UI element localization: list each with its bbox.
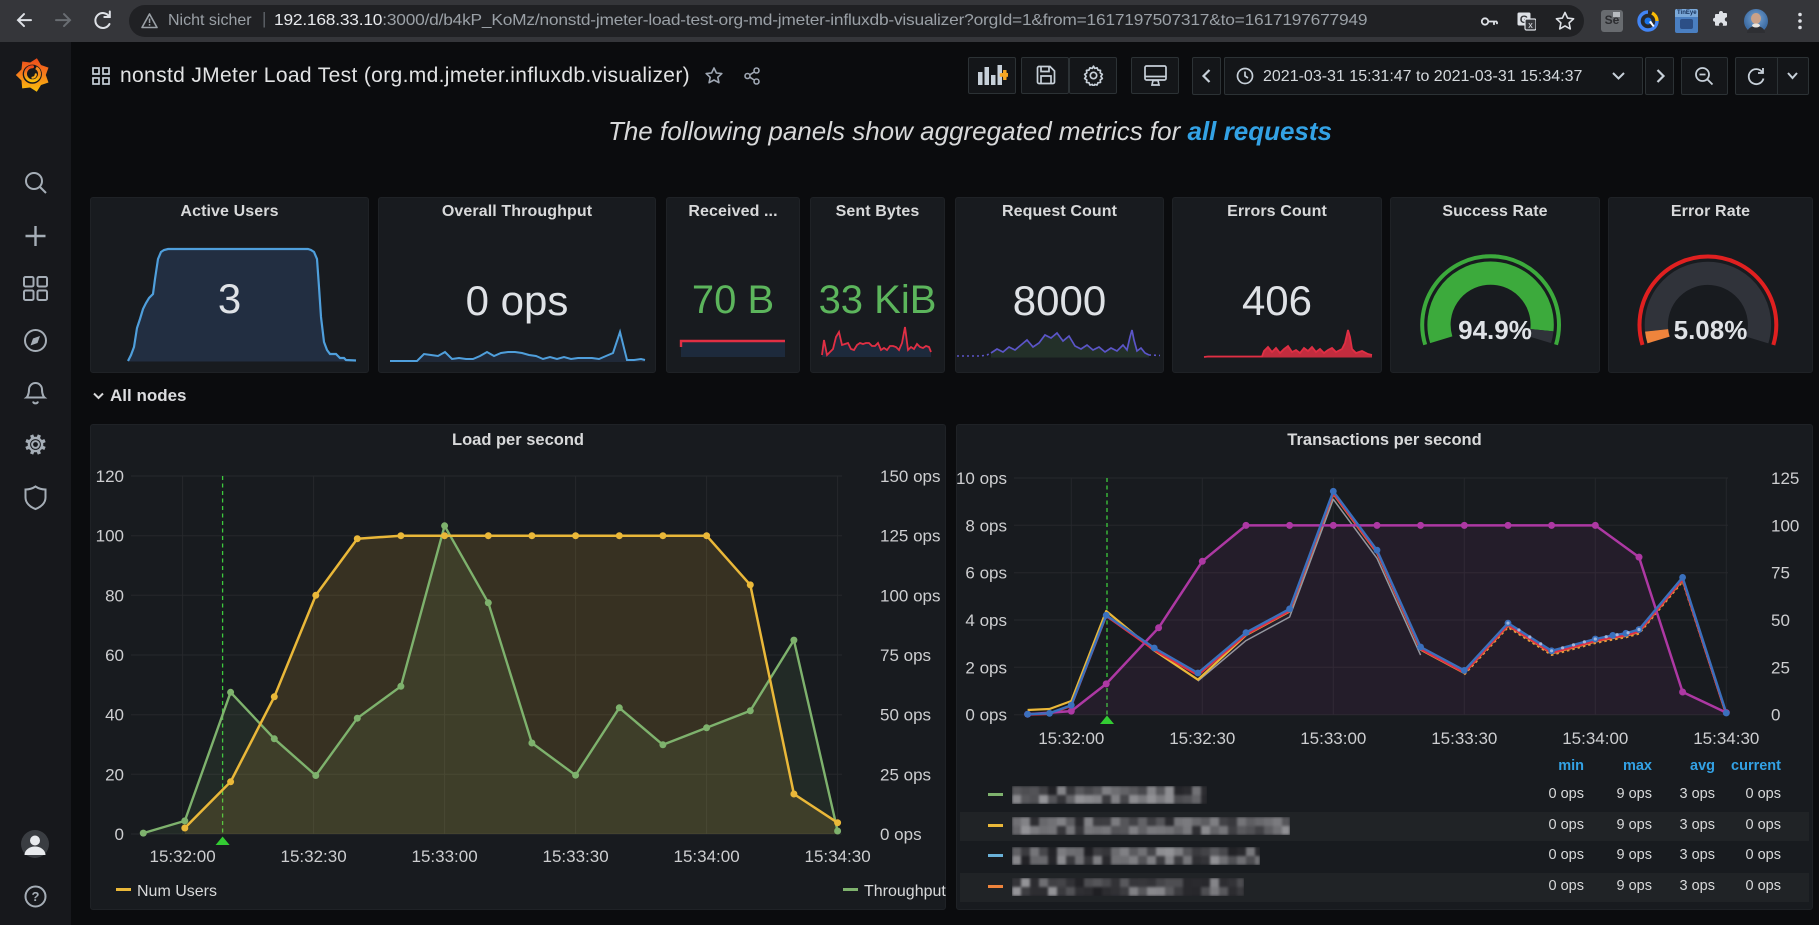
svg-text:15:33:30: 15:33:30: [543, 847, 609, 866]
svg-text:75: 75: [1771, 564, 1790, 583]
svg-text:0 ops: 0 ops: [965, 706, 1007, 725]
svg-text:2 ops: 2 ops: [965, 658, 1007, 677]
svg-text:8 ops: 8 ops: [965, 516, 1007, 535]
svg-text:?: ?: [32, 889, 40, 904]
svg-text:15:32:00: 15:32:00: [1038, 729, 1104, 748]
svg-text:75 ops: 75 ops: [880, 646, 931, 665]
svg-text:4 ops: 4 ops: [965, 611, 1007, 630]
svg-text:100: 100: [1771, 516, 1799, 535]
svg-text:6 ops: 6 ops: [965, 564, 1007, 583]
svg-text:50 ops: 50 ops: [880, 706, 931, 725]
svg-text:25 ops: 25 ops: [880, 765, 931, 784]
svg-text:15:33:30: 15:33:30: [1431, 729, 1497, 748]
svg-text:60: 60: [105, 646, 124, 665]
svg-text:15:33:00: 15:33:00: [1300, 729, 1366, 748]
svg-text:100 ops: 100 ops: [880, 586, 941, 605]
svg-text:125: 125: [1771, 469, 1799, 488]
svg-text:15:34:00: 15:34:00: [674, 847, 740, 866]
svg-text:120: 120: [96, 467, 124, 486]
svg-text:Num Users: Num Users: [137, 883, 217, 900]
svg-text:150 ops: 150 ops: [880, 467, 941, 486]
svg-text:80: 80: [105, 586, 124, 605]
svg-text:15:34:30: 15:34:30: [1693, 729, 1759, 748]
svg-text:15:34:00: 15:34:00: [1562, 729, 1628, 748]
svg-text:25: 25: [1771, 658, 1790, 677]
svg-text:100: 100: [96, 527, 124, 546]
svg-text:Throughput: Throughput: [864, 883, 946, 900]
svg-text:0: 0: [1771, 706, 1780, 725]
svg-text:0 ops: 0 ops: [880, 825, 922, 844]
svg-text:15:32:30: 15:32:30: [1169, 729, 1235, 748]
svg-text:15:33:00: 15:33:00: [412, 847, 478, 866]
svg-text:50: 50: [1771, 611, 1790, 630]
svg-text:15:32:00: 15:32:00: [150, 847, 216, 866]
svg-text:x: x: [1528, 20, 1533, 30]
svg-text:15:34:30: 15:34:30: [805, 847, 871, 866]
svg-text:15:32:30: 15:32:30: [281, 847, 347, 866]
svg-text:0: 0: [115, 825, 124, 844]
svg-text:125 ops: 125 ops: [880, 527, 941, 546]
svg-text:10 ops: 10 ops: [956, 469, 1007, 488]
svg-text:40: 40: [105, 706, 124, 725]
svg-text:20: 20: [105, 765, 124, 784]
